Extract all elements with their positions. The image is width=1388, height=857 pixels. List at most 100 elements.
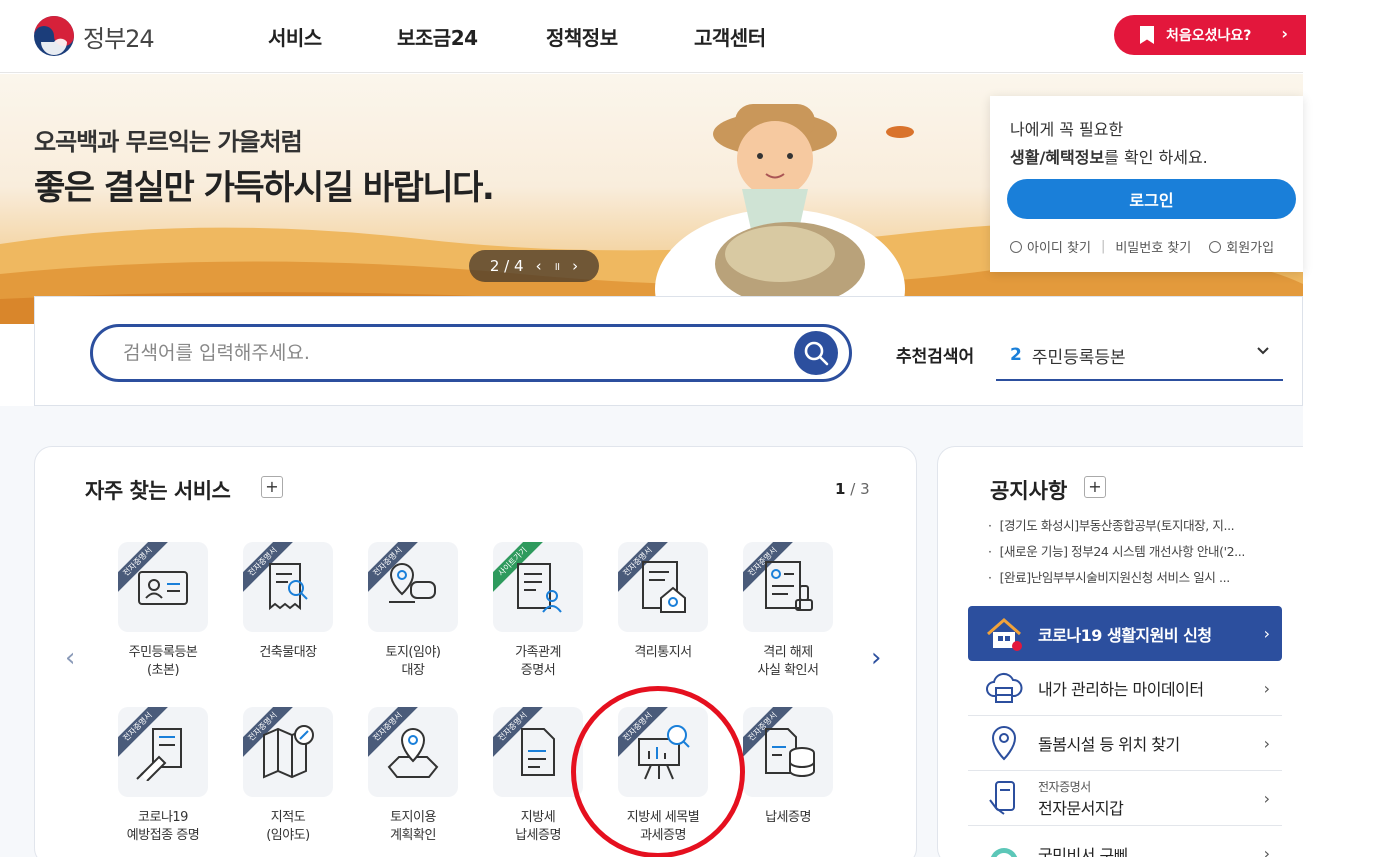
frequent-services-card: 자주 찾는 서비스 + 1 / 3 ‹ › 전자증명서 주민등록등본 (초본) …: [34, 446, 917, 857]
id-card-icon: [138, 571, 188, 605]
tax-document-icon: [521, 728, 555, 776]
notice-more-button[interactable]: +: [1084, 476, 1106, 498]
frequent-services-page: 1 / 3: [835, 480, 870, 498]
search-button[interactable]: [794, 331, 838, 375]
gov24-logo[interactable]: 정부24: [33, 14, 163, 58]
page: 정부24 서비스 보조금24 정책정보 고객센터 처음오셨나요? › 오곡백과 …: [0, 0, 1388, 857]
service-family-relation[interactable]: 사이트가기 가족관계 증명서: [483, 542, 593, 680]
first-visit-button[interactable]: 처음오셨나요? ›: [1114, 15, 1306, 55]
login-card: 나에게 꼭 필요한 생활/혜택정보를 확인 하세요. 로그인 아이디 찾기 | …: [990, 96, 1303, 272]
frequent-services-title: 자주 찾는 서비스: [85, 479, 231, 503]
chevron-right-icon: ›: [1263, 624, 1270, 643]
taegeuk-logo-icon: [34, 16, 74, 56]
quick-link-label: 전자증명서 전자문서지갑: [1038, 779, 1124, 818]
highlight-circle-annotation: [571, 686, 745, 857]
mydata-link[interactable]: 내가 관리하는 마이데이터 ›: [968, 661, 1282, 716]
service-label: 가족관계 증명서: [515, 645, 561, 678]
vaccine-icon: [136, 728, 182, 781]
nav-policy-info[interactable]: 정책정보: [546, 22, 618, 51]
gubbi-secretary-link[interactable]: 국민비서 구삐 ›: [968, 826, 1282, 857]
header: 정부24 서비스 보조금24 정책정보 고객센터 처음오셨나요? ›: [0, 0, 1306, 73]
farmer-illustration: [655, 104, 914, 324]
care-facility-link[interactable]: 돌봄시설 등 위치 찾기 ›: [968, 716, 1282, 771]
service-label: 지방세 납세증명: [515, 810, 561, 843]
search-icon: [804, 341, 829, 366]
search-panel: 추천검색어 2 주민등록등본: [34, 296, 1303, 406]
service-land-register[interactable]: 전자증명서 토지(임야) 대장: [358, 542, 468, 680]
map-pin-chat-icon: [389, 562, 436, 603]
recommended-term: 주민등록등본: [1031, 347, 1126, 368]
service-label: 주민등록등본 (초본): [128, 645, 198, 678]
nav-subsidy24[interactable]: 보조금24: [397, 22, 478, 51]
quick-link-label: 코로나19 생활지원비 신청: [1038, 625, 1212, 645]
signup-link[interactable]: 회원가입: [1209, 237, 1274, 256]
notice-item[interactable]: [경기도 화성시]부동산종합공부(토지대장, 지...: [988, 515, 1278, 534]
user-icon: [1209, 241, 1222, 253]
document-search-icon: [269, 563, 308, 611]
service-quarantine-release[interactable]: 전자증명서 격리 해제 사실 확인서: [733, 542, 843, 680]
notice-item[interactable]: [완료]난임부부시술비지원신청 서비스 일시 ...: [988, 567, 1278, 586]
banner-headline-1: 오곡백과 무르익는 가을처럼: [34, 128, 303, 156]
service-covid-vaccination[interactable]: 전자증명서 코로나19 예방접종 증명: [108, 707, 218, 845]
quarantine-release-icon: [765, 561, 813, 611]
pager-next-button[interactable]: ›: [572, 257, 578, 275]
login-prompt-2: 생활/혜택정보를 확인 하세요.: [1010, 148, 1208, 167]
find-password-link[interactable]: 비밀번호 찾기: [1115, 237, 1191, 256]
service-label: 토지이용 계획확인: [390, 810, 436, 843]
service-resident-registration[interactable]: 전자증명서 주민등록등본 (초본): [108, 542, 218, 680]
lock-icon: [1010, 241, 1022, 253]
service-land-use-plan[interactable]: 전자증명서 토지이용 계획확인: [358, 707, 468, 845]
service-label: 토지(임야) 대장: [385, 645, 441, 678]
location-pin-icon: [991, 725, 1017, 761]
pager-pause-button[interactable]: ॥: [554, 259, 561, 274]
chevron-right-icon: ›: [1263, 788, 1270, 808]
services-next-arrow[interactable]: ›: [871, 643, 881, 673]
service-label: 건축물대장: [259, 645, 317, 660]
document-coins-icon: [765, 728, 815, 777]
land-use-map-icon: [387, 727, 439, 778]
nav-customer-center[interactable]: 고객센터: [694, 22, 766, 51]
chevron-down-icon: [1257, 347, 1269, 355]
search-input[interactable]: [90, 324, 852, 382]
logo-text: 정부24: [83, 24, 155, 53]
frequent-services-more-button[interactable]: +: [261, 476, 283, 498]
notice-item[interactable]: [새로운 기능] 정부24 시스템 개선사항 안내('2...: [988, 541, 1278, 560]
chevron-right-icon: ›: [1263, 678, 1270, 698]
gubbi-mascot-icon: [990, 847, 1018, 857]
service-cadastral-map[interactable]: 전자증명서 지적도 (임야도): [233, 707, 343, 845]
account-links: 아이디 찾기 | 비밀번호 찾기 회원가입: [1010, 237, 1274, 256]
pager-count: 2 / 4: [489, 257, 524, 275]
banner-pager: 2 / 4 ‹ ॥ ›: [469, 250, 599, 282]
first-visit-label: 처음오셨나요?: [1166, 28, 1252, 44]
quick-link-label: 돌봄시설 등 위치 찾기: [1038, 735, 1180, 754]
login-button[interactable]: 로그인: [1007, 179, 1296, 219]
chevron-right-icon: ›: [1281, 24, 1288, 43]
service-quarantine-notice[interactable]: 전자증명서 격리통지서: [608, 542, 718, 662]
phone-hand-icon: [989, 781, 1015, 815]
service-label: 코로나19 예방접종 증명: [126, 810, 200, 843]
services-prev-arrow[interactable]: ‹: [65, 643, 75, 673]
document-wallet-link[interactable]: 전자증명서 전자문서지갑 ›: [968, 771, 1282, 826]
find-id-link[interactable]: 아이디 찾기: [1010, 237, 1091, 256]
quarantine-notice-icon: [642, 561, 686, 613]
cloud-data-icon: [986, 672, 1023, 703]
notice-title: 공지사항: [990, 479, 1068, 503]
recommended-search-dropdown[interactable]: 2 주민등록등본: [996, 331, 1283, 381]
bookmark-star-icon: [1140, 26, 1154, 44]
login-prompt-1: 나에게 꼭 필요한: [1010, 120, 1124, 139]
link-separator: |: [1100, 239, 1106, 254]
recommended-rank: 2: [1010, 345, 1022, 365]
service-label: 격리통지서: [634, 645, 692, 660]
chevron-right-icon: ›: [1263, 733, 1270, 753]
family-document-icon: [517, 563, 562, 613]
nav-services[interactable]: 서비스: [268, 22, 322, 51]
cadastral-map-icon: [263, 725, 314, 779]
covid-support-link[interactable]: 코로나19 생활지원비 신청 ›: [968, 606, 1282, 661]
pager-prev-button[interactable]: ‹: [536, 257, 542, 275]
service-tax-payment[interactable]: 전자증명서 납세증명: [733, 707, 843, 827]
service-building-register[interactable]: 전자증명서 건축물대장: [233, 542, 343, 662]
quick-link-label: 국민비서 구삐: [1038, 845, 1128, 857]
service-label: 격리 해제 사실 확인서: [757, 645, 819, 678]
house-heart-icon: [987, 617, 1022, 651]
chevron-right-icon: ›: [1263, 844, 1270, 857]
